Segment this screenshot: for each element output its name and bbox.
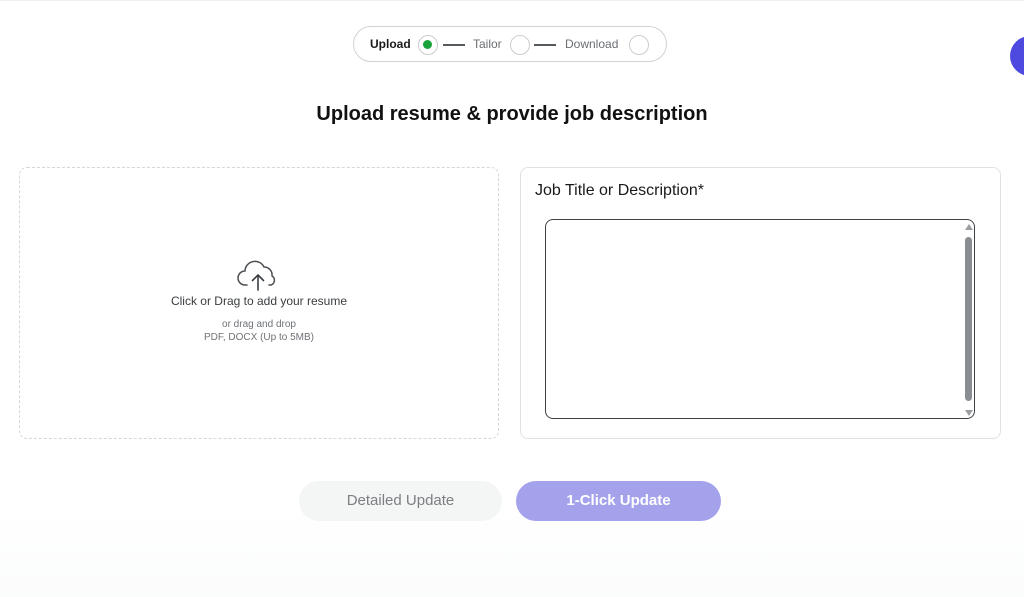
step-download-label: Download [565,37,619,51]
page-title: Upload resume & provide job description [316,103,708,125]
job-description-panel: Job Title or Description* [520,167,1001,439]
scroll-down-arrow-icon[interactable] [965,410,973,416]
scrollbar-thumb[interactable] [965,237,972,401]
step-tailor-indicator [510,35,530,55]
upload-hint: or drag and drop PDF, DOCX (Up to 5MB) [20,318,498,344]
cloud-upload-icon [237,260,276,291]
step-upload-label: Upload [370,37,411,51]
side-action-button[interactable] [1010,36,1024,76]
step-connector [443,44,465,46]
upload-instruction: Click or Drag to add your resume [170,294,348,308]
one-click-update-button[interactable]: 1-Click Update [516,481,721,521]
step-tailor-label: Tailor [473,37,502,51]
step-download-indicator [629,35,649,55]
page: Upload Tailor Download Upload resume & p… [0,0,1024,597]
step-upload-indicator [418,35,438,55]
file-formats-text: PDF, DOCX (Up to 5MB) [203,332,315,343]
top-divider [0,0,1024,1]
job-description-label: Job Title or Description* [535,182,704,199]
detailed-update-button[interactable]: Detailed Update [299,481,502,521]
progress-stepper: Upload Tailor Download [353,26,667,62]
scroll-up-arrow-icon[interactable] [965,224,973,230]
drag-drop-text: or drag and drop [222,319,296,330]
job-description-input[interactable] [545,219,975,419]
resume-dropzone[interactable]: Click or Drag to add your resume or drag… [19,167,499,439]
textarea-scrollbar[interactable] [964,224,974,416]
step-connector [534,44,556,46]
